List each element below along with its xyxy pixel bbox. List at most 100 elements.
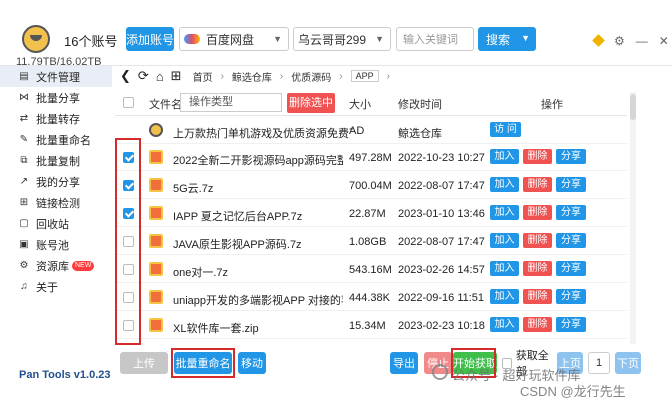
row-actions: 访 问 bbox=[490, 122, 521, 137]
delete-button[interactable]: 删除 bbox=[523, 177, 552, 192]
table-row[interactable]: IAPP 夏之记忆后台APP.7z 22.87M 2023-01-10 13:4… bbox=[115, 200, 627, 227]
delete-button[interactable]: 删除 bbox=[523, 233, 552, 248]
sidebar-item-batch-transfer[interactable]: ⇄ 批量转存 bbox=[0, 108, 112, 129]
share-button[interactable]: 分享 bbox=[556, 205, 586, 220]
chevron-right-icon: › bbox=[220, 70, 224, 82]
file-time: 2022-08-07 17:47 bbox=[398, 180, 485, 192]
file-name[interactable]: 上万款热门单机游戏及优质资源免费下 bbox=[173, 125, 353, 141]
delete-button[interactable]: 删除 bbox=[523, 261, 552, 276]
breadcrumb-item[interactable]: 优质源码 bbox=[291, 69, 331, 84]
top-bar: 16个账号 11.79TB/16.02TB 添加账号 百度网盘 ▼ 乌云哥哥29… bbox=[0, 0, 672, 68]
sidebar-item-recycle[interactable]: ▢ 回收站 bbox=[0, 213, 112, 234]
recycle-icon: ▢ bbox=[19, 218, 29, 229]
sidebar-item-batch-share[interactable]: ⋈ 批量分享 bbox=[0, 87, 112, 108]
share-button[interactable]: 分享 bbox=[556, 149, 586, 164]
file-time: 2023-01-10 13:46 bbox=[398, 208, 485, 220]
next-page-button[interactable]: 下页 bbox=[615, 352, 641, 374]
sidebar-item-about[interactable]: ♫ 关于 bbox=[0, 276, 112, 297]
search-input[interactable]: 输入关键词 bbox=[396, 27, 474, 51]
breadcrumb-item[interactable]: 首页 bbox=[193, 69, 213, 84]
sidebar-item-batch-rename[interactable]: ✎ 批量重命名 bbox=[0, 129, 112, 150]
sidebar-item-file-manage[interactable]: ▤ 文件管理 bbox=[0, 66, 112, 87]
new-folder-icon[interactable]: ⊞ bbox=[171, 68, 182, 84]
app-version: Pan Tools v1.0.23 bbox=[19, 369, 111, 381]
col-actions: 操作 bbox=[541, 99, 563, 111]
sidebar-item-my-share[interactable]: ↗ 我的分享 bbox=[0, 171, 112, 192]
chevron-down-icon[interactable]: ▼ bbox=[521, 33, 530, 43]
table-row[interactable]: 2022全新二开影视源码app源码完整版.7 497.28M 2022-10-2… bbox=[115, 144, 627, 171]
baidu-cloud-icon bbox=[184, 34, 200, 44]
sidebar-item-label: 账号池 bbox=[36, 239, 69, 252]
move-button[interactable]: 移动 bbox=[238, 352, 266, 374]
add-account-button[interactable]: 添加账号 bbox=[126, 27, 174, 51]
minimize-icon[interactable]: — bbox=[636, 34, 648, 48]
delete-selected-button[interactable]: 删除选中 bbox=[287, 93, 335, 113]
sidebar-item-link-check[interactable]: ⊞ 链接检测 bbox=[0, 192, 112, 213]
chevron-right-icon: › bbox=[279, 70, 284, 82]
table-row[interactable]: JAVA原生影视APP源码.7z 1.08GB 2022-08-07 17:47… bbox=[115, 228, 627, 255]
delete-button[interactable]: 删除 bbox=[523, 317, 552, 332]
add-button[interactable]: 加入 bbox=[490, 233, 519, 248]
vip-diamond-icon[interactable] bbox=[592, 34, 605, 47]
export-button[interactable]: 导出 bbox=[390, 352, 418, 374]
upload-button[interactable]: 上传 bbox=[120, 352, 168, 374]
sidebar-item-library[interactable]: ⚙ 资源库 NEW bbox=[0, 255, 112, 276]
file-time: 2023-02-26 14:57 bbox=[398, 264, 485, 276]
archive-file-icon bbox=[149, 206, 163, 220]
chevron-down-icon: ▼ bbox=[375, 34, 384, 44]
operation-type-select[interactable]: 操作类型 bbox=[180, 93, 282, 112]
file-size: 543.16M bbox=[349, 264, 392, 276]
table-row-ad[interactable]: 上万款热门单机游戏及优质资源免费下 AD 鲸选仓库 访 问 bbox=[115, 117, 627, 144]
sidebar-item-label: 文件管理 bbox=[36, 71, 80, 84]
user-select[interactable]: 乌云哥哥299 ▼ bbox=[293, 27, 391, 51]
my-share-icon: ↗ bbox=[19, 176, 29, 187]
share-button[interactable]: 分享 bbox=[556, 233, 586, 248]
sidebar-item-label: 我的分享 bbox=[36, 176, 80, 189]
file-name[interactable]: 2022全新二开影视源码app源码完整版.7 bbox=[173, 152, 343, 168]
table-row[interactable]: one对一.7z 543.16M 2023-02-26 14:57 加入 删除 … bbox=[115, 256, 627, 283]
table-header: 文件名 操作类型 删除选中 大小 修改时间 操作 bbox=[115, 90, 627, 116]
close-icon[interactable]: ✕ bbox=[659, 34, 669, 48]
delete-button[interactable]: 删除 bbox=[523, 289, 552, 304]
table-scrollbar[interactable] bbox=[630, 92, 636, 344]
breadcrumb-item[interactable]: 鲸选仓库 bbox=[232, 69, 272, 84]
table-row[interactable]: uniapp开发的多端影视APP 对接的苹果 444.38K 2022-09-1… bbox=[115, 284, 627, 311]
share-button[interactable]: 分享 bbox=[556, 289, 586, 304]
drive-select[interactable]: 百度网盘 ▼ bbox=[179, 27, 289, 51]
app-logo-icon bbox=[149, 123, 163, 137]
file-name[interactable]: one对一.7z bbox=[173, 264, 343, 280]
scrollbar-thumb[interactable] bbox=[630, 94, 636, 120]
transfer-icon: ⇄ bbox=[19, 113, 29, 124]
file-name[interactable]: uniapp开发的多端影视APP 对接的苹果 bbox=[173, 292, 343, 308]
file-name[interactable]: XL软件库一套.zip bbox=[173, 320, 343, 336]
table-row[interactable]: XL软件库一套.zip 15.34M 2023-02-23 10:18 加入 删… bbox=[115, 312, 627, 339]
sidebar-item-label: 批量转存 bbox=[36, 113, 80, 126]
refresh-icon[interactable]: ⟳ bbox=[138, 68, 149, 84]
settings-icon[interactable]: ⚙ bbox=[614, 34, 625, 48]
back-icon[interactable]: ❮ bbox=[120, 68, 131, 84]
share-button[interactable]: 分享 bbox=[556, 177, 586, 192]
sidebar-item-account-pool[interactable]: ▣ 账号池 bbox=[0, 234, 112, 255]
share-button[interactable]: 分享 bbox=[556, 261, 586, 276]
home-icon[interactable]: ⌂ bbox=[156, 69, 164, 84]
add-button[interactable]: 加入 bbox=[490, 289, 519, 304]
add-button[interactable]: 加入 bbox=[490, 317, 519, 332]
file-name[interactable]: 5G云.7z bbox=[173, 180, 343, 196]
file-time: 2023-02-23 10:18 bbox=[398, 320, 485, 332]
add-button[interactable]: 加入 bbox=[490, 149, 519, 164]
page-number-input[interactable]: 1 bbox=[588, 352, 610, 374]
delete-button[interactable]: 删除 bbox=[523, 149, 552, 164]
sidebar-item-batch-copy[interactable]: ⧉ 批量复制 bbox=[0, 150, 112, 171]
search-button[interactable]: 搜索 ▼ bbox=[478, 27, 536, 51]
add-button[interactable]: 加入 bbox=[490, 205, 519, 220]
share-button[interactable]: 分享 bbox=[556, 317, 586, 332]
breadcrumb-item-current[interactable]: APP bbox=[350, 70, 379, 82]
add-button[interactable]: 加入 bbox=[490, 261, 519, 276]
visit-button[interactable]: 访 问 bbox=[490, 122, 521, 137]
file-name[interactable]: JAVA原生影视APP源码.7z bbox=[173, 236, 343, 252]
delete-button[interactable]: 删除 bbox=[523, 205, 552, 220]
add-button[interactable]: 加入 bbox=[490, 177, 519, 192]
file-name[interactable]: IAPP 夏之记忆后台APP.7z bbox=[173, 208, 343, 224]
table-row[interactable]: 5G云.7z 700.04M 2022-08-07 17:47 加入 删除 分享 bbox=[115, 172, 627, 199]
select-all-checkbox[interactable] bbox=[123, 97, 134, 108]
